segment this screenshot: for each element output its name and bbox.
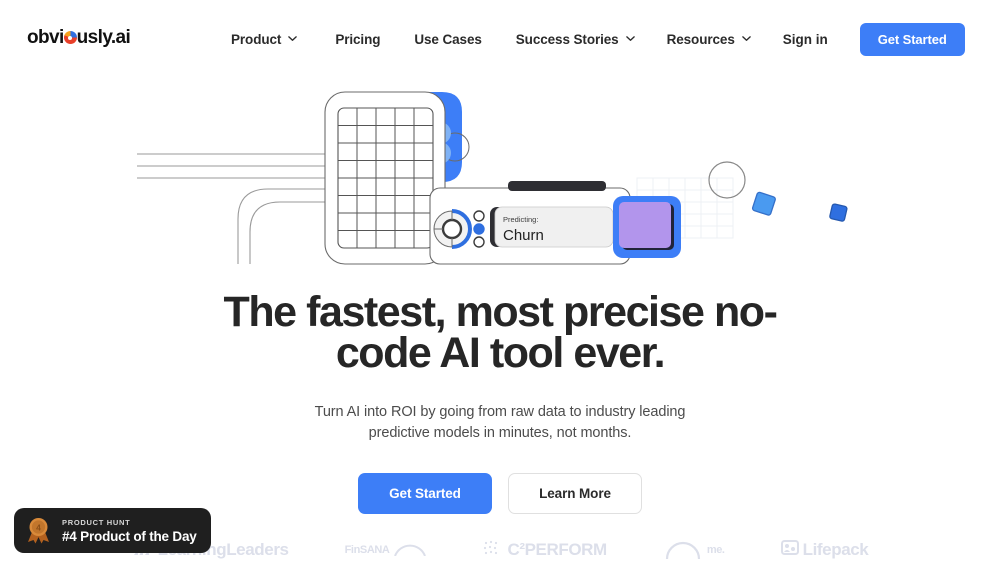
client-logo-label: me. [706, 544, 725, 556]
nav-item-label: Pricing [335, 31, 381, 47]
client-logo-lifepack: Lifepack [780, 540, 869, 560]
product-hunt-kicker: PRODUCT HUNT [62, 517, 131, 527]
chevron-down-icon [625, 34, 635, 43]
brand-text-before: obvi [27, 27, 64, 48]
client-logo-finsana: FinSANA [345, 540, 428, 561]
client-logo-c2perform: C²PERFORM [483, 540, 607, 561]
no-code-ai-device-illustration: Predicting: Churn [0, 78, 1000, 288]
client-logo-label: C²PERFORM [507, 540, 607, 559]
pie-chart-o-icon [63, 31, 77, 44]
nav-item-use-cases[interactable]: Use Cases [414, 31, 482, 47]
product-hunt-title: #4 Product of the Day [62, 528, 197, 544]
blue-square-decoration [829, 203, 848, 222]
blue-module-purple-screen [613, 196, 681, 258]
product-hunt-texts: PRODUCT HUNT #4 Product of the Day [62, 518, 197, 544]
medal-rank: 4 [36, 523, 41, 533]
predicting-value: Churn [503, 227, 544, 244]
predicting-label: Predicting: [503, 215, 538, 224]
brand-text-after: usly.ai [76, 27, 131, 48]
device-grid-screen [337, 107, 434, 249]
console-top-bar [508, 181, 606, 191]
nav-item-label: Product [231, 31, 282, 47]
medal-icon: 4 [26, 517, 51, 544]
arc-circle-icon [663, 537, 703, 563]
chevron-down-icon [741, 34, 751, 43]
product-hunt-badge[interactable]: 4 PRODUCT HUNT #4 Product of the Day [14, 508, 211, 553]
nav-item-label: Success Stories [515, 31, 619, 47]
device-indicator-dots [473, 210, 485, 248]
client-logo-me: me. [663, 537, 725, 563]
box-icon [780, 540, 799, 560]
landing-page: obvi usly.ai Product Pricing Use Cases S… [0, 0, 1000, 563]
device-dial-knob [433, 209, 472, 249]
brand-logo[interactable]: obvi usly.ai [27, 27, 131, 49]
hero-section: The fastest, most precise no-code AI too… [0, 288, 1000, 514]
predicting-card: Predicting: Churn [490, 206, 614, 248]
nav-item-resources[interactable]: Resources [667, 32, 751, 47]
arc-icon [393, 540, 427, 561]
chevron-down-icon [288, 34, 298, 43]
circle-outline-decoration [708, 161, 746, 199]
nav-item-product[interactable]: Product [231, 31, 298, 47]
page-title: The fastest, most precise no-code AI too… [223, 288, 778, 377]
nav-item-label: Resources [666, 31, 735, 47]
nav-item-label: Use Cases [414, 31, 482, 47]
sign-in-link[interactable]: Sign in [783, 32, 828, 47]
learn-more-button[interactable]: Learn More [508, 473, 642, 514]
dots-icon [483, 540, 503, 561]
hero-subheadline: Turn AI into ROI by going from raw data … [314, 404, 686, 441]
horizontal-lines-decoration [137, 153, 350, 179]
client-logo-label: FinSANA [344, 544, 390, 556]
nav-item-success-stories[interactable]: Success Stories [516, 32, 635, 47]
get-started-nav-button[interactable]: Get Started [859, 22, 965, 56]
nav-links: Product Pricing Use Cases Success Storie… [231, 0, 965, 78]
client-logo-label: Lifepack [802, 540, 869, 559]
get-started-button[interactable]: Get Started [358, 473, 492, 514]
nav-item-pricing[interactable]: Pricing [335, 32, 380, 47]
top-navigation-bar: obvi usly.ai Product Pricing Use Cases S… [0, 0, 1000, 78]
light-blue-square-decoration [751, 191, 776, 216]
